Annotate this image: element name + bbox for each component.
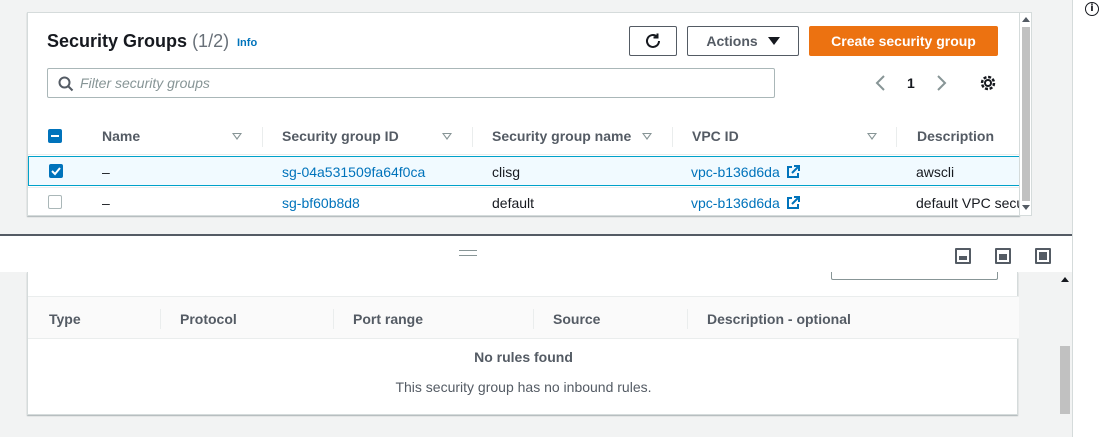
column-protocol[interactable]: Protocol	[180, 311, 237, 327]
table-row[interactable]: – sg-04a531509fa64f0ca clisg vpc-b136d6d…	[28, 156, 1019, 186]
scroll-up-arrow[interactable]	[1022, 17, 1030, 22]
cell-name: –	[102, 195, 110, 211]
select-all-checkbox[interactable]	[48, 129, 62, 143]
filter-box	[47, 68, 775, 98]
column-security-group-name[interactable]: Security group name	[492, 128, 631, 144]
column-description-optional[interactable]: Description - optional	[707, 311, 851, 327]
column-type[interactable]: Type	[49, 311, 81, 327]
current-page[interactable]: 1	[907, 75, 915, 91]
row-checkbox[interactable]	[49, 164, 63, 178]
scrollbar-thumb[interactable]	[1022, 27, 1030, 201]
info-circle-icon[interactable]: i	[1085, 2, 1099, 16]
cell-security-group-id-link[interactable]: sg-bf60b8d8	[282, 195, 360, 211]
resize-handle-icon[interactable]	[459, 250, 477, 256]
empty-state-title: No rules found	[474, 349, 573, 365]
inbound-rules-section: Type Protocol Port range Source Descript…	[0, 272, 1072, 437]
cell-security-group-name: default	[492, 195, 535, 211]
refresh-button[interactable]	[629, 26, 677, 56]
scroll-up-arrow[interactable]	[1061, 277, 1069, 282]
search-icon	[58, 76, 74, 92]
column-divider[interactable]	[160, 309, 161, 329]
table-header: Name Security group ID Security group na…	[28, 117, 1019, 155]
inbound-rules-card: Type Protocol Port range Source Descript…	[27, 272, 1019, 415]
cell-security-group-id-link[interactable]: sg-04a531509fa64f0ca	[282, 164, 425, 180]
column-divider[interactable]	[333, 309, 334, 329]
security-groups-table-container: Security Groups (1/2) Info Actions Creat…	[27, 12, 1020, 216]
sort-sg-id-icon[interactable]	[442, 133, 452, 140]
scroll-down-arrow[interactable]	[1022, 205, 1030, 210]
column-divider[interactable]	[262, 127, 263, 147]
column-description[interactable]: Description	[917, 128, 994, 144]
column-divider[interactable]	[687, 309, 688, 329]
actions-dropdown-button[interactable]: Actions	[687, 26, 799, 56]
panel-bottom-icon[interactable]	[955, 248, 971, 264]
cell-vpc-id[interactable]: vpc-b136d6da	[691, 164, 800, 180]
scrollbar-thumb[interactable]	[1060, 346, 1070, 414]
chevron-left-icon[interactable]	[875, 75, 887, 91]
cell-name: –	[102, 164, 110, 180]
cell-description: default VPC secu	[916, 195, 1020, 211]
cell-description: awscli	[916, 164, 955, 180]
cell-security-group-name: clisg	[492, 164, 521, 180]
security-groups-section: Security Groups (1/2) Info Actions Creat…	[0, 0, 1072, 234]
inbound-rules-header: Type Protocol Port range Source Descript…	[28, 296, 1019, 339]
cell-vpc-id[interactable]: vpc-b136d6da	[691, 195, 800, 211]
column-divider[interactable]	[896, 127, 897, 147]
create-security-group-button[interactable]: Create security group	[809, 26, 998, 56]
info-link[interactable]: Info	[237, 37, 257, 49]
split-panel-bar	[0, 236, 1072, 272]
edit-rules-button-partial[interactable]	[831, 272, 998, 280]
row-checkbox[interactable]	[48, 195, 62, 209]
vpc-id-link[interactable]: vpc-b136d6da	[691, 195, 780, 211]
column-divider[interactable]	[472, 127, 473, 147]
column-divider[interactable]	[533, 309, 534, 329]
table-row[interactable]: – sg-bf60b8d8 default vpc-b136d6da defau…	[28, 187, 1020, 215]
selection-count: (1/2)	[192, 31, 230, 51]
panel-half-icon[interactable]	[995, 248, 1011, 264]
caret-down-icon	[767, 37, 780, 45]
checkmark-icon	[51, 167, 61, 176]
filter-security-groups-input[interactable]	[80, 75, 760, 91]
column-name[interactable]: Name	[102, 128, 140, 144]
empty-state-message: This security group has no inbound rules…	[395, 379, 652, 395]
help-rail	[1072, 0, 1101, 437]
external-link-icon[interactable]	[786, 165, 800, 179]
column-source[interactable]: Source	[553, 311, 600, 327]
vpc-id-link[interactable]: vpc-b136d6da	[691, 164, 780, 180]
page-title-text: Security Groups	[47, 31, 188, 51]
chevron-right-icon[interactable]	[935, 75, 947, 91]
column-security-group-id[interactable]: Security group ID	[282, 128, 399, 144]
table-scrollbar[interactable]	[1020, 12, 1032, 216]
sort-sg-name-icon[interactable]	[642, 133, 652, 140]
settings-icon[interactable]	[979, 74, 997, 92]
panel-full-icon[interactable]	[1035, 248, 1051, 264]
panel-scrollbar[interactable]	[1058, 272, 1072, 437]
external-link-icon[interactable]	[786, 196, 800, 210]
column-vpc-id[interactable]: VPC ID	[692, 128, 739, 144]
column-port-range[interactable]: Port range	[353, 311, 423, 327]
column-divider[interactable]	[672, 127, 673, 147]
sort-vpc-id-icon[interactable]	[867, 133, 877, 140]
refresh-icon	[646, 33, 660, 48]
page-title: Security Groups (1/2)	[47, 31, 229, 52]
sort-name-icon[interactable]	[232, 133, 242, 140]
actions-label: Actions	[706, 33, 758, 49]
